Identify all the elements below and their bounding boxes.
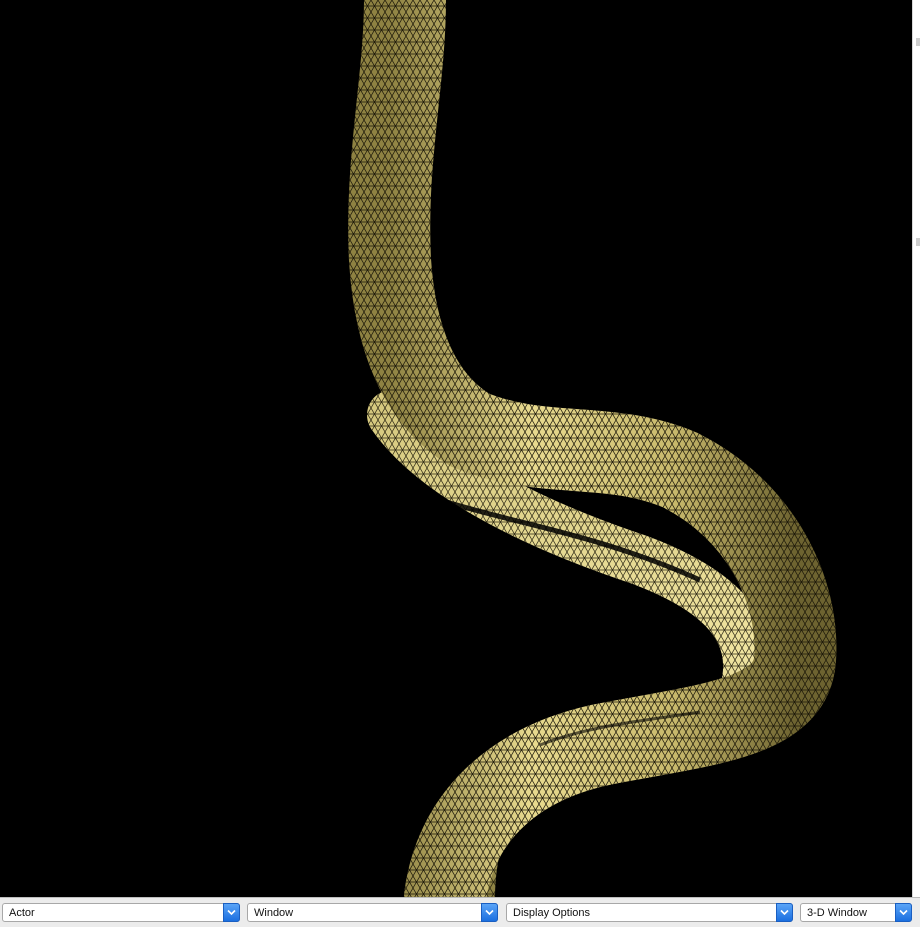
chevron-down-icon[interactable]: [481, 903, 498, 922]
bottom-toolbar: Actor Window Display Options 3-D Window: [0, 897, 920, 927]
edge-marker: [916, 238, 920, 246]
viewport-right-border: [912, 0, 920, 897]
3d-window-select-label: 3-D Window: [807, 907, 867, 919]
display-options-select[interactable]: Display Options: [506, 903, 793, 922]
actor-select[interactable]: Actor: [2, 903, 240, 922]
window-select-label: Window: [254, 907, 294, 919]
actor-select-label: Actor: [9, 907, 35, 919]
chevron-down-icon[interactable]: [223, 903, 240, 922]
vessel-main-branch: [348, 0, 837, 897]
3d-window-select[interactable]: 3-D Window: [800, 903, 912, 922]
3d-render-viewport[interactable]: [0, 0, 912, 897]
window-select[interactable]: Window: [247, 903, 498, 922]
chevron-down-icon[interactable]: [895, 903, 912, 922]
vessel-mesh-render: [348, 0, 837, 897]
display-options-select-label: Display Options: [513, 907, 591, 919]
chevron-down-icon[interactable]: [776, 903, 793, 922]
edge-marker: [916, 38, 920, 46]
